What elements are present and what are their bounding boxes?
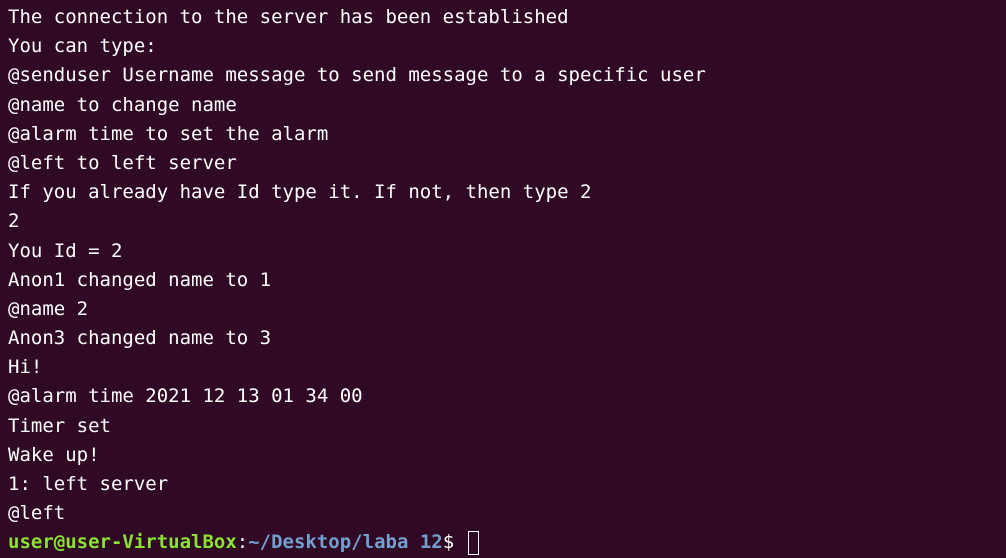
prompt-path: ~/Desktop/laba 12: [248, 531, 443, 554]
output-line: @alarm time to set the alarm: [8, 122, 329, 145]
output-line: @alarm time 2021 12 13 01 34 00: [8, 385, 363, 408]
prompt-symbol: $: [442, 531, 466, 554]
output-line: The connection to the server has been es…: [8, 6, 569, 28]
prompt-colon: :: [236, 531, 249, 554]
output-line: You can type:: [8, 35, 157, 58]
terminal-window[interactable]: The connection to the server has been es…: [0, 0, 1006, 555]
output-line: @senduser Username message to send messa…: [8, 64, 706, 87]
text-cursor: [467, 530, 479, 555]
prompt-user-host: user@user-VirtualBox: [8, 531, 237, 554]
output-line: Anon3 changed name to 3: [8, 327, 272, 350]
output-line: @left to left server: [8, 151, 237, 174]
output-line: Anon1 changed name to 1: [8, 268, 272, 291]
output-line: You Id = 2: [8, 239, 123, 262]
output-line: @name to change name: [8, 93, 237, 116]
output-line: @left: [8, 502, 66, 525]
output-line: Hi!: [8, 356, 43, 379]
output-line: 1: left server: [8, 473, 169, 495]
output-line: 2: [8, 210, 20, 233]
output-line: Timer set: [8, 414, 111, 437]
output-line: If you already have Id type it. If not, …: [8, 181, 592, 204]
output-line: Wake up!: [8, 443, 100, 466]
output-line: @name 2: [8, 297, 89, 320]
shell-prompt[interactable]: user@user-VirtualBox: ~/Desktop/laba 12 $: [8, 528, 1006, 557]
